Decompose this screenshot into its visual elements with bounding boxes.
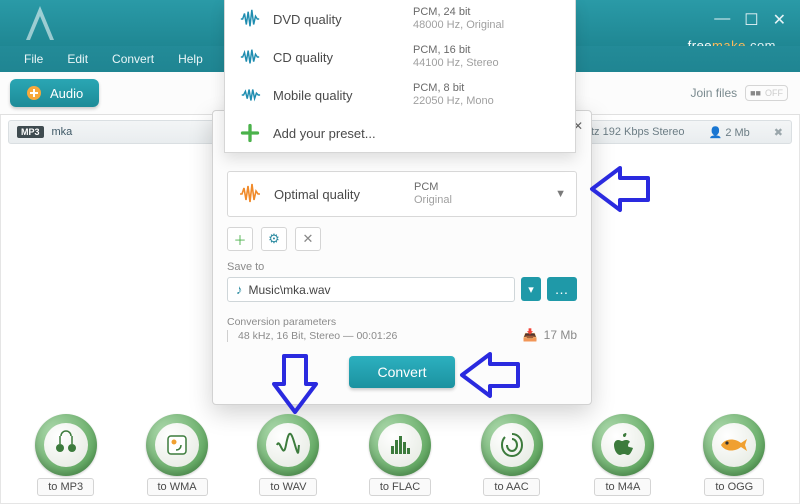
file-format-badge: MP3 [17,126,44,138]
file-codec-bitrate: tz 192 Kbps Stereo [591,126,685,138]
menu-convert[interactable]: Convert [100,48,166,70]
preset-name: CD quality [273,50,413,65]
format-m4a[interactable]: to M4A [592,414,654,496]
format-label: to FLAC [369,478,431,496]
plus-icon [26,85,42,101]
preset-name: DVD quality [273,12,413,27]
format-mp3[interactable]: to MP3 [35,414,97,496]
waveform-icon [239,46,261,68]
save-path-input[interactable]: ♪ Music\mka.wav [227,277,515,302]
wma-icon [155,423,199,467]
apple-icon [601,423,645,467]
convert-button[interactable]: Convert [349,356,454,388]
add-audio-button[interactable]: Audio [10,79,99,107]
preset-add-button[interactable]: ＋ [227,227,253,251]
format-label: to WMA [147,478,208,496]
waveform-icon [239,84,261,106]
save-path-dropdown[interactable]: ▾ [521,277,541,301]
preset-cd-quality[interactable]: CD quality PCM, 16 bit44100 Hz, Stereo [225,38,575,76]
output-size: 📥 17 Mb [523,328,577,342]
aac-icon [490,423,534,467]
plus-icon [239,122,261,144]
join-toggle[interactable]: ■■OFF [745,85,788,101]
format-label: to MP3 [37,478,94,496]
selected-preset-sub: Original [414,194,452,207]
format-wma[interactable]: to WMA [146,414,208,496]
quality-presets-dropdown: DVD quality PCM, 24 bit48000 Hz, Origina… [224,0,576,153]
menu-file[interactable]: File [12,48,55,70]
output-format-bar: to MP3 to WMA to WAV to FLAC to AAC to M… [0,414,800,496]
window-close-button[interactable]: ✕ [773,10,786,30]
format-wav[interactable]: to WAV [257,414,319,496]
preset-name: Mobile quality [273,88,413,103]
format-label: to M4A [594,478,651,496]
menu-help[interactable]: Help [166,48,215,70]
window-maximize-button[interactable]: ☐ [744,10,758,30]
format-label: to AAC [483,478,539,496]
selected-preset-codec: PCM [414,181,452,194]
preset-add-your-own[interactable]: Add your preset... [225,114,575,152]
annotation-arrow [586,164,650,214]
disk-icon: 📥 [523,328,538,342]
chevron-down-icon: ▼ [555,188,566,200]
file-name: mka [52,126,73,138]
preset-delete-button[interactable]: ✕ [295,227,321,251]
save-path-text: Music\mka.wav [249,283,331,297]
preset-settings-button[interactable]: ⚙ [261,227,287,251]
join-files-label: Join files [690,86,737,100]
flac-icon [378,423,422,467]
format-aac[interactable]: to AAC [481,414,543,496]
music-note-icon: ♪ [236,282,243,297]
waveform-icon [239,8,261,30]
waveform-icon [238,182,262,206]
file-remove-button[interactable]: ✖ [774,126,783,139]
quality-preset-selector[interactable]: Optimal quality PCM Original ▼ [227,171,577,217]
app-logo [24,6,56,40]
add-audio-label: Audio [50,86,83,101]
conversion-params-value: 48 kHz, 16 Bit, Stereo — 00:01:26 [238,330,397,342]
conversion-params-label: Conversion parameters [227,316,397,328]
save-to-label: Save to [227,261,577,273]
format-label: to OGG [704,478,764,496]
earbuds-icon [44,423,88,467]
window-minimize-button[interactable]: — [714,10,730,30]
format-label: to WAV [259,478,317,496]
format-ogg[interactable]: to OGG [703,414,765,496]
wav-output-dialog: ✕ Optimal quality PCM Original ▼ ＋ ⚙ ✕ S… [212,110,592,405]
ogg-fish-icon [712,423,756,467]
preset-dvd-quality[interactable]: DVD quality PCM, 24 bit48000 Hz, Origina… [225,0,575,38]
preset-mobile-quality[interactable]: Mobile quality PCM, 8 bit22050 Hz, Mono [225,76,575,114]
menu-edit[interactable]: Edit [55,48,100,70]
format-flac[interactable]: to FLAC [369,414,431,496]
file-size: 👤 2 Mb [709,126,750,139]
join-files-control[interactable]: Join files ■■OFF [690,85,788,101]
preset-name: Add your preset... [273,126,575,141]
wav-icon [266,423,310,467]
selected-preset-name: Optimal quality [274,187,414,202]
save-path-browse-button[interactable]: … [547,277,577,301]
